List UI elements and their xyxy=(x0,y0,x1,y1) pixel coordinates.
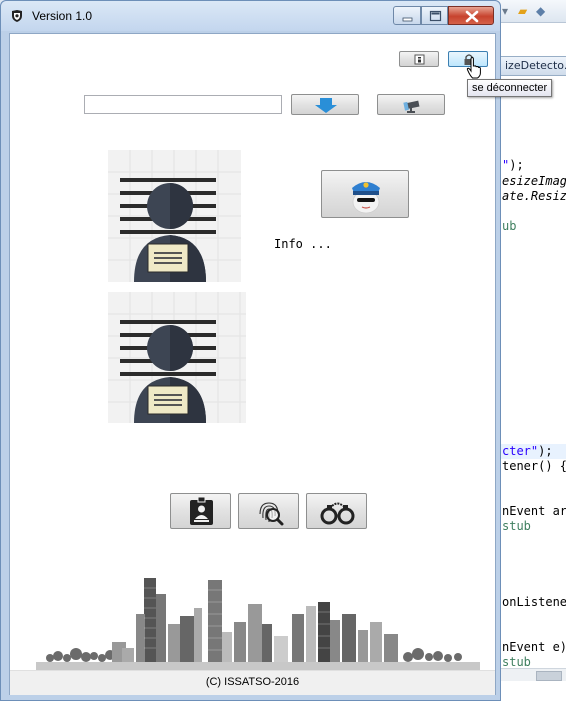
search-input[interactable] xyxy=(84,95,282,114)
handcuffs-button[interactable] xyxy=(306,493,367,529)
code-line[interactable]: nEvent arg xyxy=(502,504,566,518)
code-comment: stub xyxy=(502,519,531,533)
code-comment: ub xyxy=(502,219,517,233)
police-button[interactable] xyxy=(321,170,409,218)
info-icon xyxy=(414,54,425,65)
handcuffs-icon xyxy=(320,502,355,525)
code-line[interactable]: nEvent e) xyxy=(502,640,566,654)
code-line[interactable]: stub xyxy=(502,519,531,533)
toolbar-icon[interactable]: ◆ xyxy=(536,4,550,18)
suspect-silhouette-icon xyxy=(108,292,246,423)
police-officer-icon xyxy=(352,182,380,214)
code-text: ); xyxy=(509,158,524,172)
ide-horizontal-scrollbar[interactable] xyxy=(496,668,566,681)
city-skyline-image xyxy=(36,578,480,670)
camera-icon xyxy=(403,100,420,113)
code-line[interactable]: tener() { xyxy=(502,459,566,473)
window-title: Version 1.0 xyxy=(32,9,93,23)
hand-cursor-icon xyxy=(466,57,481,79)
app-window: Version 1.0 Info ... (C) ISSATSO-2016 xyxy=(0,0,501,701)
status-footer: (C) ISSATSO-2016 xyxy=(10,670,495,695)
maximize-icon xyxy=(429,10,442,22)
minimize-button[interactable] xyxy=(393,6,421,25)
dropdown-icon[interactable]: ▾ xyxy=(502,4,516,18)
code-text: ); xyxy=(538,444,553,458)
logout-tooltip: se déconnecter xyxy=(467,79,553,97)
code-line[interactable]: stub xyxy=(502,655,531,669)
client-area: Info ... (C) ISSATSO-2016 xyxy=(9,33,496,695)
folder-icon[interactable]: ▰ xyxy=(518,4,532,18)
ide-editor-tab[interactable]: izeDetecto... xyxy=(500,56,566,76)
code-line[interactable]: onListener xyxy=(502,595,566,609)
scrollbar-thumb[interactable] xyxy=(536,671,562,681)
code-line[interactable]: ub xyxy=(502,219,516,233)
close-icon xyxy=(465,10,479,23)
close-button[interactable] xyxy=(448,6,494,25)
download-button[interactable] xyxy=(291,94,359,115)
fingerprint-search-icon xyxy=(259,502,284,526)
minimize-icon xyxy=(402,17,413,22)
id-badge-icon xyxy=(190,496,213,525)
code-line[interactable]: cter"); xyxy=(502,444,553,458)
suspect-photo-1 xyxy=(108,150,241,282)
camera-button[interactable] xyxy=(377,94,445,115)
code-line[interactable]: esizeImage( xyxy=(502,174,566,188)
info-button[interactable] xyxy=(399,51,439,67)
title-bar[interactable]: Version 1.0 xyxy=(1,1,500,31)
ide-toolbar: ▾ ▰ ◆ xyxy=(496,0,566,23)
code-line[interactable]: "); xyxy=(502,158,524,172)
code-string: cter" xyxy=(502,444,539,458)
code-line[interactable]: ate.Resize xyxy=(502,189,566,203)
code-comment: stub xyxy=(502,655,531,669)
suspect-photo-2 xyxy=(108,292,246,423)
background-ide-window: ▾ ▰ ◆ izeDetecto... "); esizeImage( ate.… xyxy=(495,0,566,701)
app-shield-icon xyxy=(12,10,22,22)
fingerprint-search-button[interactable] xyxy=(238,493,299,529)
info-label: Info ... xyxy=(274,237,332,251)
suspect-silhouette-icon xyxy=(108,150,241,282)
maximize-button[interactable] xyxy=(421,6,448,25)
copyright-text: (C) ISSATSO-2016 xyxy=(205,676,300,688)
arrow-down-icon xyxy=(315,98,337,113)
id-badge-button[interactable] xyxy=(170,493,231,529)
